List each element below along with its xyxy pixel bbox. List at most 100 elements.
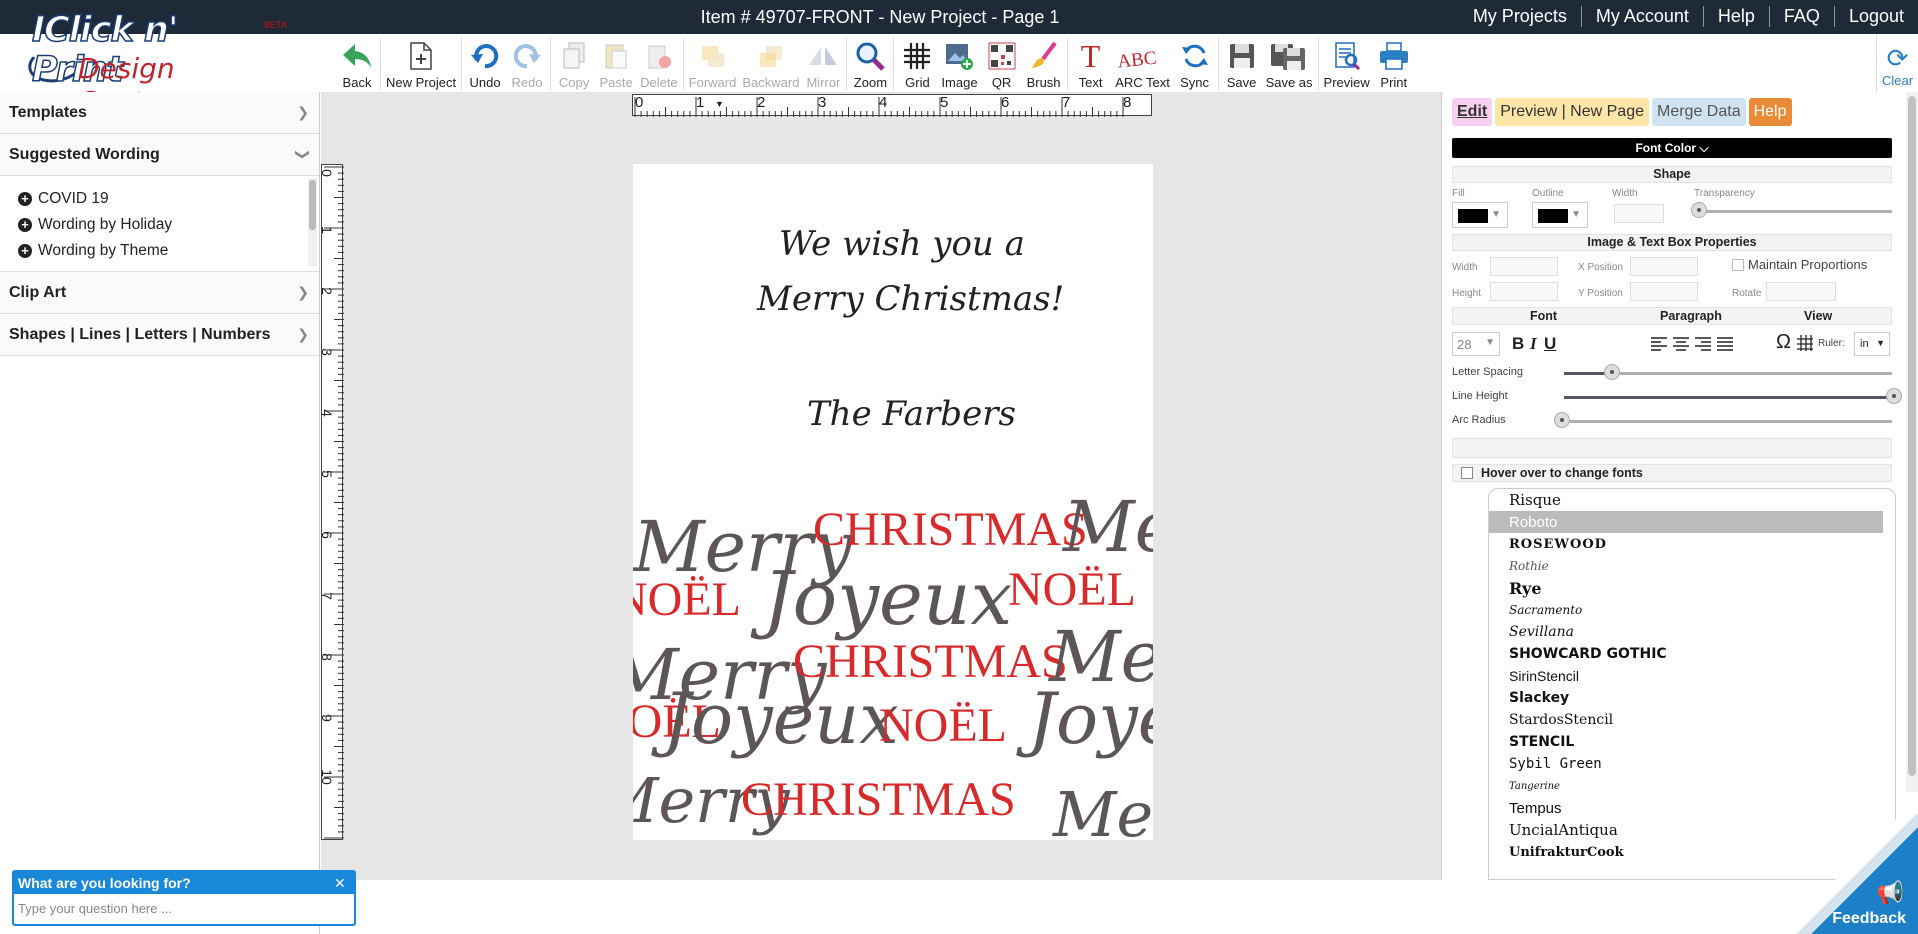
back-button[interactable]: Back <box>336 36 378 90</box>
tab-merge-data[interactable]: Merge Data <box>1652 98 1746 126</box>
special-characters-button[interactable]: Ω <box>1776 331 1791 354</box>
feedback-tab[interactable]: 📢 Feedback <box>1784 814 1918 934</box>
ruler-label: 5 <box>318 470 335 478</box>
mirror-button[interactable]: Mirror <box>802 36 844 90</box>
close-icon[interactable]: ✕ <box>334 872 350 891</box>
backward-button[interactable]: Backward <box>739 36 802 90</box>
wording-item-holiday[interactable]: + Wording by Holiday <box>0 212 319 238</box>
arc-text-button[interactable]: ABC ARC Text <box>1112 36 1174 90</box>
tab-help[interactable]: Help <box>1748 98 1792 126</box>
nav-my-account[interactable]: My Account <box>1580 6 1703 27</box>
arc-radius-slider[interactable] <box>1564 420 1892 423</box>
outline-color-picker[interactable]: ▼ <box>1532 202 1588 228</box>
tab-preview-new-page[interactable]: Preview | New Page <box>1495 98 1649 126</box>
italic-button[interactable]: I <box>1530 334 1537 354</box>
x-position-input[interactable] <box>1630 257 1698 276</box>
chat-question-input[interactable] <box>14 894 354 922</box>
align-right-button[interactable] <box>1694 336 1712 359</box>
text-button[interactable]: T Text <box>1070 36 1112 90</box>
maintain-proportions-checkbox[interactable] <box>1732 259 1744 271</box>
font-item-stencil[interactable]: STENCIL <box>1489 731 1895 753</box>
box-height-input[interactable] <box>1490 282 1558 301</box>
font-item-rothie[interactable]: Rothie <box>1489 555 1895 577</box>
font-item-sevillana[interactable]: Sevillana <box>1489 621 1895 643</box>
clip-art-header[interactable]: Clip Art ❯ <box>0 272 319 314</box>
templates-header[interactable]: Templates ❯ <box>0 92 319 134</box>
ruler-unit-select[interactable]: in ▼ <box>1854 332 1890 356</box>
zoom-button[interactable]: Zoom <box>849 36 891 90</box>
align-left-button[interactable] <box>1650 336 1668 359</box>
save-as-button[interactable]: Save as <box>1263 36 1316 90</box>
nav-faq[interactable]: FAQ <box>1768 6 1834 27</box>
line-height-slider-handle[interactable] <box>1886 388 1902 404</box>
save-button[interactable]: Save <box>1221 36 1263 90</box>
align-center-button[interactable] <box>1672 336 1690 359</box>
y-position-input[interactable] <box>1630 282 1698 301</box>
logo[interactable]: IClick n' Print BETA Design Center <box>25 4 287 118</box>
nav-logout[interactable]: Logout <box>1833 6 1918 27</box>
paste-button[interactable]: Paste <box>595 36 637 90</box>
fill-color-picker[interactable]: ▼ <box>1452 202 1508 228</box>
chevron-down-icon: ⌵ <box>1699 141 1709 155</box>
design-page[interactable]: We wish you a Merry Christmas! The Farbe… <box>633 164 1153 840</box>
undo-button[interactable]: Undo <box>464 36 506 90</box>
shapes-header[interactable]: Shapes | Lines | Letters | Numbers ❯ <box>0 314 319 356</box>
left-panel: Templates ❯ Suggested Wording ❯ + COVID … <box>0 92 320 934</box>
shape-width-input[interactable] <box>1614 204 1664 223</box>
preview-button[interactable]: Preview <box>1321 36 1373 90</box>
rotate-input[interactable] <box>1766 282 1836 301</box>
wording-item-theme[interactable]: + Wording by Theme <box>0 238 319 264</box>
text-icon: T <box>1080 38 1101 74</box>
transparency-label: Transparency <box>1694 188 1755 199</box>
pattern-word: CHRISTMAS <box>741 773 1016 826</box>
card-signature[interactable]: The Farbers <box>807 394 1016 434</box>
clear-button[interactable]: ⟳ Clear <box>1876 34 1918 92</box>
font-item-sybil-green[interactable]: Sybil Green <box>1489 753 1895 775</box>
letter-spacing-slider-handle[interactable] <box>1604 364 1620 380</box>
font-size-select[interactable]: 28 ▼ <box>1452 332 1500 356</box>
sync-button[interactable]: Sync <box>1174 36 1216 90</box>
font-item-risque[interactable]: Risque <box>1489 489 1895 511</box>
transparency-slider[interactable] <box>1698 210 1892 213</box>
font-item-sacramento[interactable]: Sacramento <box>1489 599 1895 621</box>
image-button[interactable]: Image <box>938 36 980 90</box>
forward-button[interactable]: Forward <box>686 36 740 90</box>
delete-button[interactable]: Delete <box>637 36 681 90</box>
font-item-rosewood[interactable]: ROSEWOOD <box>1489 533 1895 555</box>
card-line-2[interactable]: Merry Christmas! <box>757 279 1064 319</box>
underline-button[interactable]: U <box>1544 334 1556 354</box>
wording-scrollbar-thumb[interactable] <box>309 180 316 230</box>
copy-button[interactable]: Copy <box>553 36 595 90</box>
nav-help[interactable]: Help <box>1702 6 1769 27</box>
brush-button[interactable]: Brush <box>1023 36 1065 90</box>
font-item-stardosstencil[interactable]: StardosStencil <box>1489 709 1895 731</box>
font-item-tangerine[interactable]: Tangerine <box>1489 775 1895 797</box>
zoom-icon <box>852 39 888 73</box>
align-justify-button[interactable] <box>1716 336 1734 359</box>
nav-my-projects[interactable]: My Projects <box>1459 6 1581 27</box>
arc-radius-slider-handle[interactable] <box>1554 412 1570 428</box>
hover-fonts-checkbox[interactable] <box>1461 467 1473 479</box>
shape-section-header: Shape <box>1452 166 1892 183</box>
wording-item-covid[interactable]: + COVID 19 <box>0 186 319 212</box>
font-color-button[interactable]: Font Color ⌵ <box>1452 138 1892 158</box>
suggested-wording-header[interactable]: Suggested Wording ❯ <box>0 134 319 176</box>
new-project-button[interactable]: New Project <box>383 36 459 90</box>
transparency-slider-handle[interactable] <box>1691 202 1707 218</box>
redo-button[interactable]: Redo <box>506 36 548 90</box>
tab-edit[interactable]: Edit <box>1452 98 1493 126</box>
font-item-sirinstencil[interactable]: SirinStencil <box>1489 665 1895 687</box>
bold-button[interactable]: B <box>1512 334 1524 354</box>
right-panel-scrollbar-thumb[interactable] <box>1908 96 1916 776</box>
font-item-showcard-gothic[interactable]: SHOWCARD GOTHIC <box>1489 643 1895 665</box>
font-item-roboto[interactable]: Roboto <box>1489 511 1883 533</box>
print-button[interactable]: Print <box>1373 36 1415 90</box>
qr-button[interactable]: QR <box>981 36 1023 90</box>
card-line-1[interactable]: We wish you a <box>779 224 1025 264</box>
box-width-input[interactable] <box>1490 257 1558 276</box>
font-item-rye[interactable]: Rye <box>1489 577 1895 599</box>
font-item-slackey[interactable]: Slackey <box>1489 687 1895 709</box>
grid-button[interactable]: Grid <box>896 36 938 90</box>
grid-toggle-button[interactable] <box>1796 334 1814 357</box>
outline-label: Outline <box>1532 188 1564 199</box>
